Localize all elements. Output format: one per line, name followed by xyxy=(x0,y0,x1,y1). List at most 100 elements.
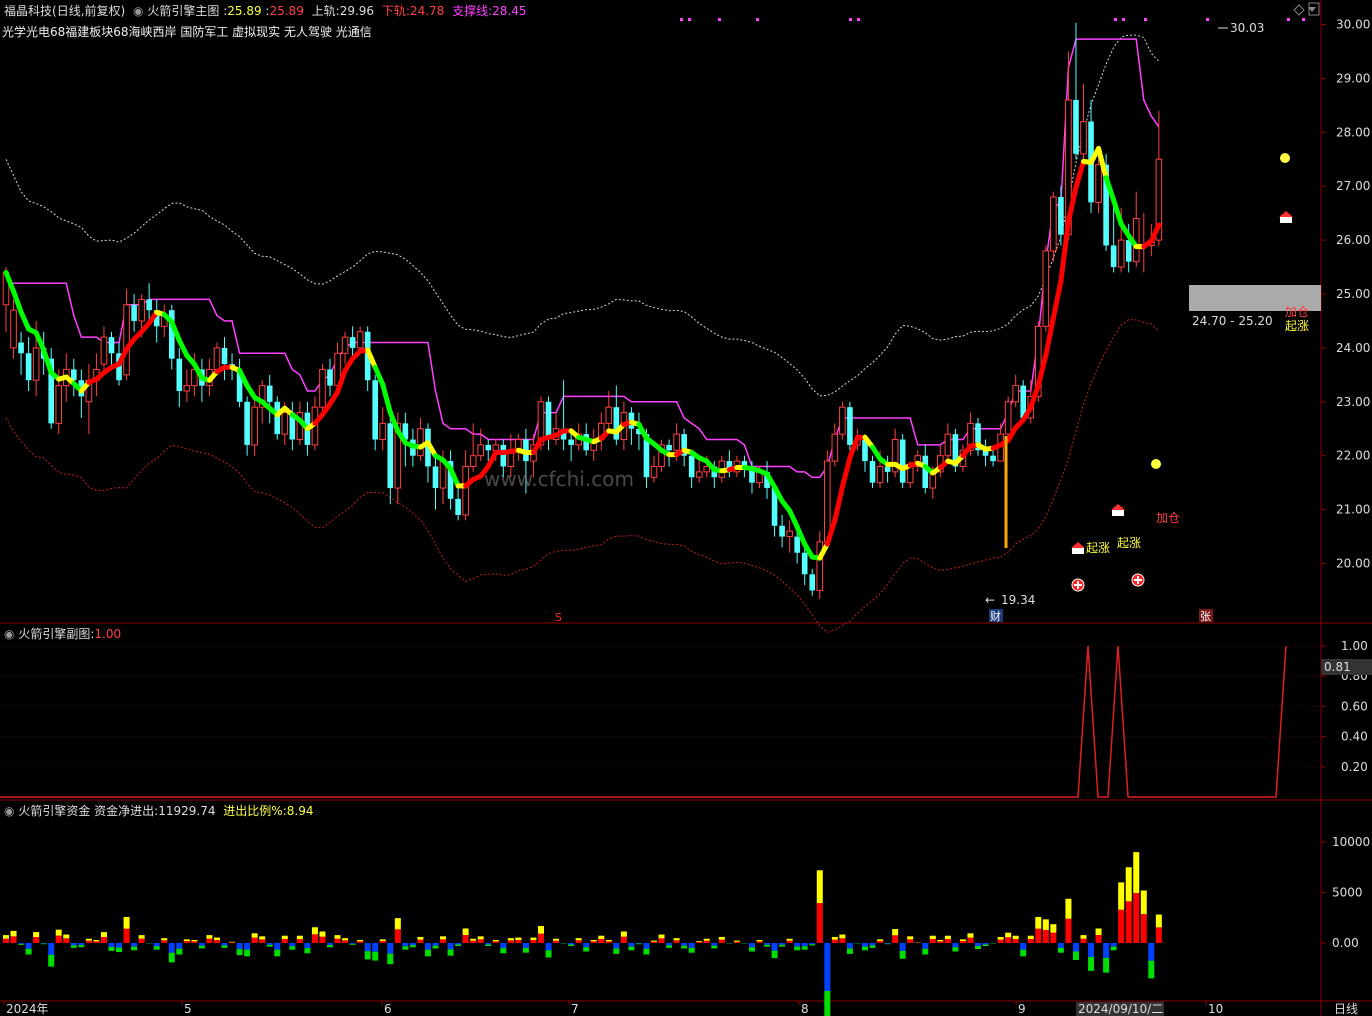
flow-bar xyxy=(409,945,416,948)
flow-bar xyxy=(1155,927,1162,943)
flow-bar xyxy=(334,935,341,939)
flow-bar xyxy=(33,937,40,943)
zhang-marker[interactable]: 张 xyxy=(1200,610,1211,623)
flow-bar xyxy=(598,935,605,940)
flow-bar xyxy=(507,940,514,943)
adjust-mode[interactable]: (日线,前复权) xyxy=(52,4,125,18)
flow-bar xyxy=(937,941,944,943)
flow-bar xyxy=(455,944,462,947)
flow-bar xyxy=(553,940,560,943)
stock-chart[interactable]: 30.00 29.00 28.00 27.00 26.00 25.00 24.00 23.00… xyxy=(0,0,1372,1016)
flow-bar xyxy=(372,943,379,952)
s-marker[interactable]: S xyxy=(555,611,562,624)
ratio-label: 进出比例%: xyxy=(223,804,287,818)
candle-body xyxy=(673,433,680,451)
zone-label: 24.70 - 25.20 xyxy=(1192,314,1273,328)
flow-bar xyxy=(213,937,220,941)
candle-body xyxy=(688,455,695,478)
candle-body xyxy=(605,406,613,424)
flow-bar xyxy=(63,934,70,939)
sub2-name[interactable]: 火箭引擎资金 xyxy=(18,804,90,818)
candle-body xyxy=(327,369,333,386)
flow-bar xyxy=(3,935,9,939)
flow-bar xyxy=(658,938,665,943)
jiacang-label-1: 加仓 xyxy=(1156,511,1180,525)
candle-body xyxy=(899,439,906,483)
flow-bar xyxy=(688,943,695,948)
candle-body xyxy=(18,342,24,354)
flow-bar xyxy=(1005,932,1012,938)
flow-bar xyxy=(748,943,755,948)
flow-bar xyxy=(922,948,929,955)
indicator-name[interactable]: 火箭引擎主图 xyxy=(147,4,219,18)
dropdown-icon[interactable]: ◉ xyxy=(4,627,14,641)
candle-body xyxy=(703,465,711,473)
cai-marker[interactable]: 财 xyxy=(990,609,1001,623)
flow-bar xyxy=(274,949,281,957)
signal-dot xyxy=(680,18,683,21)
period-label[interactable]: 日线 xyxy=(1334,1002,1358,1016)
flow-bar xyxy=(967,933,974,938)
flow-bar xyxy=(108,946,115,951)
date-tick-label: 2024年 xyxy=(6,1002,49,1016)
date-tick-label: 6 xyxy=(384,1002,392,1016)
flow-bar xyxy=(877,941,884,943)
flow-bar xyxy=(718,936,725,940)
flow-bar xyxy=(116,947,123,953)
flow-bar xyxy=(183,941,190,943)
qizhang-label-3: 起涨 xyxy=(1285,318,1309,333)
flow-bar xyxy=(266,943,273,945)
flow-bar xyxy=(48,954,55,967)
flow-bar xyxy=(1133,893,1140,943)
candle-body xyxy=(221,347,228,365)
flow-bar xyxy=(304,948,311,954)
flow-bar xyxy=(206,938,213,943)
flow-bar xyxy=(161,940,168,943)
flow-bar xyxy=(259,936,266,940)
candle-body xyxy=(650,465,658,478)
flow-bar xyxy=(327,945,334,948)
flow-bar xyxy=(319,931,326,937)
dropdown-icon[interactable]: ◉ xyxy=(133,4,143,18)
candle-body xyxy=(146,299,152,311)
flow-bar xyxy=(553,938,560,941)
jiacang-label-2: 加仓 xyxy=(1285,305,1309,319)
flow-bar xyxy=(138,938,145,943)
flow-bar xyxy=(289,946,296,950)
flow-bar xyxy=(952,943,959,948)
signal-dot xyxy=(1287,18,1290,21)
flow-bar xyxy=(922,943,929,949)
flow-bar xyxy=(673,938,680,941)
flow-bar xyxy=(229,942,236,943)
value-1: 25.89 xyxy=(227,4,262,18)
flow-bar xyxy=(1095,928,1102,936)
concept-tags[interactable]: 光学光电68福建板块68海峡西岸 国防军工 虚拟现实 无人驾驶 光通信 xyxy=(2,23,372,40)
sub2-tick-label: 0.00 xyxy=(1332,936,1359,950)
candle-body xyxy=(274,401,281,435)
candle-body xyxy=(839,406,846,435)
flow-bar xyxy=(311,934,318,943)
flow-bar xyxy=(364,943,371,952)
dropdown-icon[interactable]: ◉ xyxy=(4,804,14,818)
flow-bar xyxy=(1118,909,1125,943)
flow-bar xyxy=(485,943,492,945)
flow-bar xyxy=(861,943,868,947)
sub1-tick-label: 0.60 xyxy=(1341,699,1368,713)
candle-body xyxy=(1073,99,1079,154)
candle-body xyxy=(695,471,703,478)
sub1-name[interactable]: 火箭引擎副图 xyxy=(18,627,90,641)
candle-body xyxy=(1110,245,1117,268)
flow-bar xyxy=(643,948,650,955)
flow-bar xyxy=(221,945,228,948)
flow-bar xyxy=(168,952,175,963)
flow-bar xyxy=(251,933,258,938)
stock-name[interactable]: 福晶科技 xyxy=(4,4,52,18)
flow-bar xyxy=(251,937,258,943)
flow-bar xyxy=(153,946,160,950)
candle-body xyxy=(379,422,387,441)
flow-bar xyxy=(952,947,959,952)
candle-body xyxy=(568,439,574,445)
signal-dot xyxy=(1122,18,1125,21)
price-tick-label: 25.00 xyxy=(1336,287,1370,301)
flow-bar xyxy=(78,943,85,946)
